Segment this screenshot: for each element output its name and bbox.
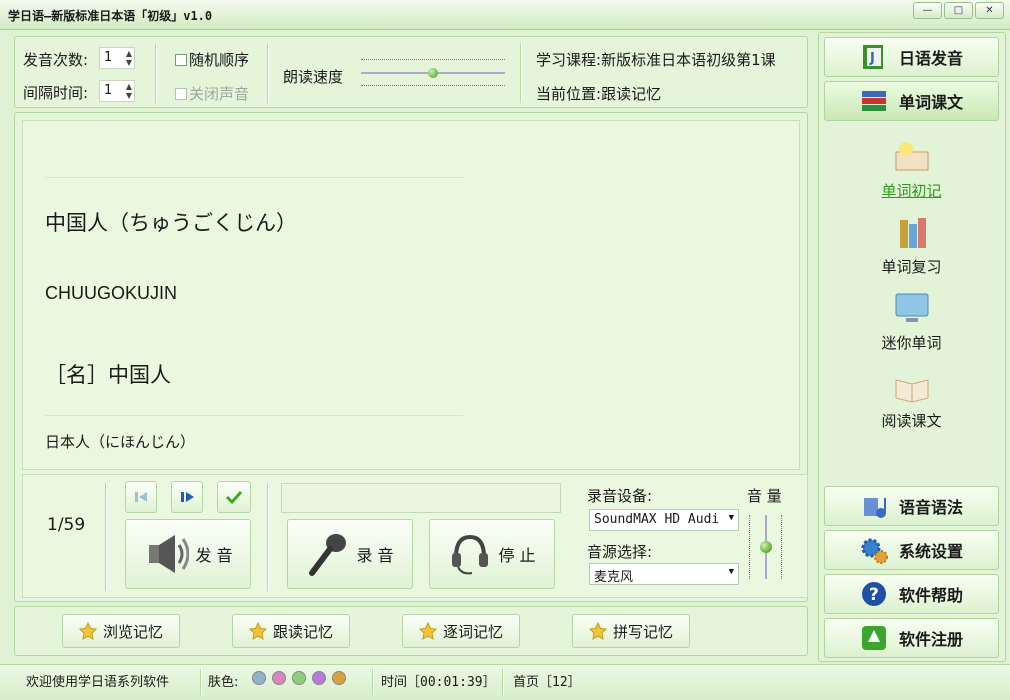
lightbulb-book-icon — [895, 142, 928, 171]
next-word: 日本人（にほんじん） — [45, 433, 196, 451]
nav-help[interactable]: ? 软件帮助 — [824, 574, 999, 614]
position-value: 跟读记忆 — [601, 85, 662, 103]
stop-label: 停 止 — [498, 546, 536, 565]
next-icon — [181, 492, 194, 502]
title-bar: 学日语—新版标准日本语「初级」v1.0 — □ ✕ — [0, 0, 1010, 30]
pronounce-label: 发 音 — [195, 546, 233, 565]
svg-text:?: ? — [869, 585, 879, 605]
star-icon — [248, 622, 267, 640]
open-book-icon — [895, 379, 928, 403]
close-button[interactable]: ✕ — [975, 2, 1004, 19]
sidebar-item-sub[interactable]: 单词复习 — [824, 214, 999, 277]
time-display: 时间［00:01:39］ — [381, 675, 496, 690]
skin-label: 肤色: — [208, 675, 239, 690]
skin-picker — [252, 671, 352, 686]
nav-settings[interactable]: 系统设置 — [824, 530, 999, 570]
music-notes-icon — [864, 498, 886, 518]
play-count-label: 发音次数: — [23, 51, 89, 69]
record-label: 录 音 — [356, 546, 394, 565]
course-label: 学习课程: — [536, 51, 602, 69]
mode-button[interactable]: 跟读记忆 — [232, 614, 350, 648]
books-icon — [862, 91, 886, 111]
pronounce-button[interactable]: 发 音 — [125, 519, 251, 589]
welcome-text: 欢迎使用学日语系列软件 — [26, 675, 170, 690]
word-romaji: CHUUGOKUJIN — [45, 283, 178, 303]
speed-label: 朗读速度 — [283, 68, 344, 86]
nav-register[interactable]: 软件注册 — [824, 618, 999, 658]
rec-device-label: 录音设备: — [587, 487, 653, 505]
word-counter: 1/59 — [47, 515, 86, 535]
books-review-icon — [899, 218, 926, 248]
source-label: 音源选择: — [587, 543, 653, 561]
volume-slider[interactable] — [749, 515, 785, 579]
skin-color-swatch[interactable] — [292, 671, 306, 685]
previous-button[interactable] — [125, 481, 157, 513]
sidebar-item-sub[interactable]: 迷你单词 — [824, 290, 999, 353]
interval-stepper[interactable]: 1 ▲ ▼ — [99, 80, 135, 102]
word-kanji-reading: 中国人（ちゅうごくじん） — [45, 211, 297, 235]
help-icon: ? — [862, 582, 886, 606]
skin-color-swatch[interactable] — [312, 671, 326, 685]
star-icon — [588, 622, 607, 640]
svg-text:J: J — [869, 51, 875, 66]
rec-device-select[interactable]: SoundMAX HD Audi ▼ — [589, 509, 739, 531]
mode-button[interactable]: 浏览记忆 — [62, 614, 180, 648]
mute-checkbox[interactable]: 关闭声音 — [175, 83, 249, 104]
register-icon — [862, 626, 886, 650]
source-select[interactable]: 麦克风 ▼ — [589, 563, 739, 585]
skin-color-swatch[interactable] — [332, 671, 346, 685]
microphone-icon — [309, 534, 347, 576]
settings-panel: 发音次数: 1 ▲ ▼ 间隔时间: 1 ▲ ▼ 随机顺序 关闭声音 朗读速度 学习课程:… — [14, 36, 808, 108]
position-label: 当前位置: — [536, 85, 602, 103]
nav-grammar[interactable]: 语音语法 — [824, 486, 999, 526]
speed-slider-thumb[interactable] — [428, 68, 438, 78]
stop-button[interactable]: 停 止 — [429, 519, 555, 589]
play-count-stepper[interactable]: 1 ▲ ▼ — [99, 47, 135, 69]
mode-button[interactable]: 拼写记忆 — [572, 614, 690, 648]
skin-color-swatch[interactable] — [252, 671, 266, 685]
word-card: 中国人（ちゅうごくじん） CHUUGOKUJIN ［名］中国人 日本人（にほんじ… — [22, 120, 800, 470]
course-name: 新版标准日本语初级第1课 — [601, 51, 776, 69]
maximize-button[interactable]: □ — [944, 2, 973, 19]
next-button[interactable] — [171, 481, 203, 513]
volume-slider-thumb[interactable] — [760, 541, 772, 553]
star-icon — [78, 622, 97, 640]
page-indicator: 首页［12］ — [513, 675, 581, 690]
previous-icon — [135, 492, 147, 502]
nav-vocab[interactable]: 单词课文 — [824, 81, 999, 121]
monitor-icon — [895, 293, 928, 322]
volume-label: 音 量 — [747, 487, 782, 505]
interval-label: 间隔时间: — [23, 84, 89, 102]
checkmark-icon — [225, 490, 243, 505]
record-progress-bar — [281, 483, 561, 513]
word-meaning: ［名］中国人 — [45, 363, 171, 387]
random-order-checkbox[interactable]: 随机顺序 — [175, 49, 249, 70]
book-j-icon: J — [863, 45, 883, 69]
headset-icon — [452, 534, 489, 575]
control-panel: 1/59 发 音 录 音 停 止 录音设备: SoundMAX HD Audi ▼… — [22, 474, 808, 598]
gears-icon — [861, 538, 888, 564]
speaker-icon — [149, 535, 190, 573]
skin-color-swatch[interactable] — [272, 671, 286, 685]
speed-slider[interactable] — [361, 59, 505, 86]
sidebar-item-sub[interactable]: 阅读课文 — [824, 368, 999, 431]
mark-known-button[interactable] — [217, 481, 251, 513]
window-title: 学日语—新版标准日本语「初级」v1.0 — [8, 9, 213, 23]
nav-pronunciation[interactable]: J 日语发音 — [824, 37, 999, 77]
sidebar-item-sub[interactable]: 单词初记 — [824, 138, 999, 201]
mode-button[interactable]: 逐词记忆 — [402, 614, 520, 648]
record-button[interactable]: 录 音 — [287, 519, 413, 589]
minimize-button[interactable]: — — [913, 2, 942, 19]
status-bar: 欢迎使用学日语系列软件 肤色: 时间［00:01:39］ 首页［12］ — [0, 664, 1010, 700]
star-icon — [418, 622, 437, 640]
